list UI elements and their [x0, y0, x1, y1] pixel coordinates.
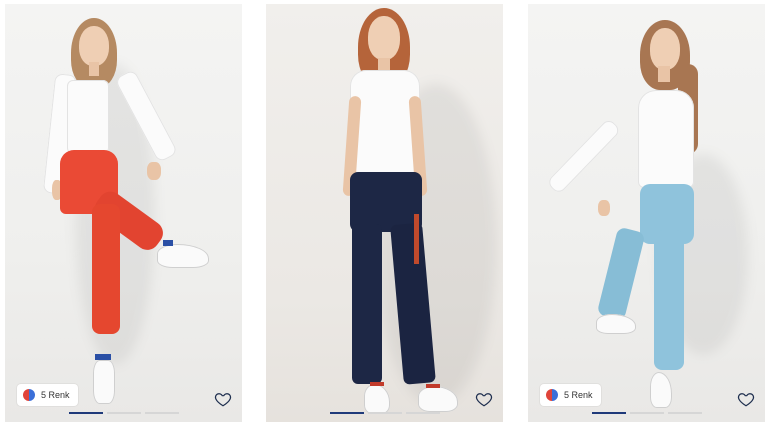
product-image[interactable] — [528, 4, 765, 422]
product-card[interactable]: 5 Renk — [5, 4, 242, 422]
carousel-dot[interactable] — [145, 412, 179, 414]
color-count-label: 5 Renk — [41, 390, 70, 400]
product-card[interactable]: 5 Renk — [528, 4, 765, 422]
product-image[interactable] — [266, 4, 503, 422]
carousel-dot[interactable] — [368, 412, 402, 414]
color-count-badge[interactable]: 5 Renk — [540, 384, 601, 406]
heart-outline-icon[interactable] — [475, 390, 493, 408]
carousel-dot[interactable] — [107, 412, 141, 414]
carousel-dot[interactable] — [668, 412, 702, 414]
image-carousel-indicator[interactable] — [592, 412, 702, 414]
product-image[interactable] — [5, 4, 242, 422]
carousel-dot[interactable] — [406, 412, 440, 414]
carousel-dot[interactable] — [69, 412, 103, 414]
heart-outline-icon[interactable] — [214, 390, 232, 408]
carousel-dot[interactable] — [330, 412, 364, 414]
color-swatch-icon — [546, 389, 558, 401]
image-carousel-indicator[interactable] — [330, 412, 440, 414]
color-swatch-icon — [23, 389, 35, 401]
color-count-label: 5 Renk — [564, 390, 593, 400]
color-count-badge[interactable]: 5 Renk — [17, 384, 78, 406]
carousel-dot[interactable] — [630, 412, 664, 414]
image-carousel-indicator[interactable] — [69, 412, 179, 414]
product-card[interactable] — [266, 4, 503, 422]
carousel-dot[interactable] — [592, 412, 626, 414]
heart-outline-icon[interactable] — [737, 390, 755, 408]
